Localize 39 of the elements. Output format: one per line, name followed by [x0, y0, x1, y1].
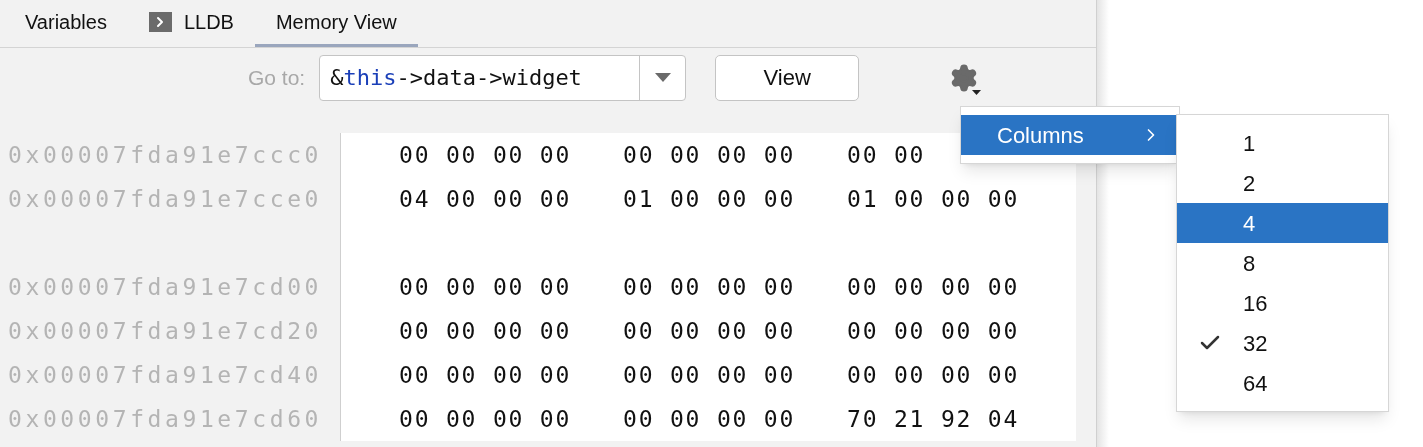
hex-bytes: 00 00 00 00 [399, 404, 573, 434]
menu-item[interactable]: 16 [1177, 283, 1388, 323]
hex-bytes: 00 00 00 00 [399, 316, 573, 346]
hex-bytes: 00 00 00 00 [623, 404, 797, 434]
hex-bytes: 00 00 00 00 [847, 360, 1021, 390]
hex-bytes: 70 21 92 04 [847, 404, 1021, 434]
hex-bytes: 00 00 00 00 [399, 360, 573, 390]
memory-address: 0x00007fda91e7cd60 [8, 404, 323, 434]
menu-item[interactable]: 1 [1177, 123, 1388, 163]
console-icon [148, 12, 172, 32]
hex-bytes: 00 00 00 00 [623, 360, 797, 390]
menu-item[interactable]: 64 [1177, 363, 1388, 403]
go-to-label: Go to: [248, 64, 306, 91]
hex-bytes: 00 00 00 00 [623, 272, 797, 302]
memory-address: 0x00007fda91e7cd40 [8, 360, 323, 390]
hex-bytes: 00 00 00 00 [623, 140, 797, 170]
menu-item[interactable]: 8 [1177, 243, 1388, 283]
memory-address: 0x00007fda91e7ccc0 [8, 140, 323, 170]
hex-bytes: 00 00 00 00 [623, 316, 797, 346]
hex-bytes: 00 00 00 00 [847, 272, 1021, 302]
menu-item[interactable]: Columns [961, 115, 1179, 155]
menu-item[interactable]: 32 [1177, 323, 1388, 363]
memory-address: 0x00007fda91e7cd00 [8, 272, 323, 302]
memory-address: 0x00007fda91e7cd20 [8, 316, 323, 346]
hex-bytes: 00 00 00 00 [847, 316, 1021, 346]
dropdown-caret-icon [654, 73, 671, 82]
menu-item[interactable]: 2 [1177, 163, 1388, 203]
hex-bytes: 01 00 00 00 [623, 184, 797, 214]
address-combo-field[interactable]: &this->data->widget [319, 54, 687, 101]
hex-bytes: 00 00 00 00 [399, 140, 573, 170]
menu-item[interactable]: 4 [1177, 203, 1388, 243]
hex-bytes: 01 00 00 00 [847, 184, 1021, 214]
tab[interactable]: LLDB [127, 0, 255, 47]
hex-bytes: 00 00 [847, 140, 927, 170]
memory-address: 0x00007fda91e7cce0 [8, 184, 323, 214]
hex-bytes: 00 00 00 00 [399, 272, 573, 302]
tab[interactable]: Variables [4, 0, 128, 47]
hex-bytes: 04 00 00 00 [399, 184, 573, 214]
view-button[interactable]: View [715, 54, 860, 101]
